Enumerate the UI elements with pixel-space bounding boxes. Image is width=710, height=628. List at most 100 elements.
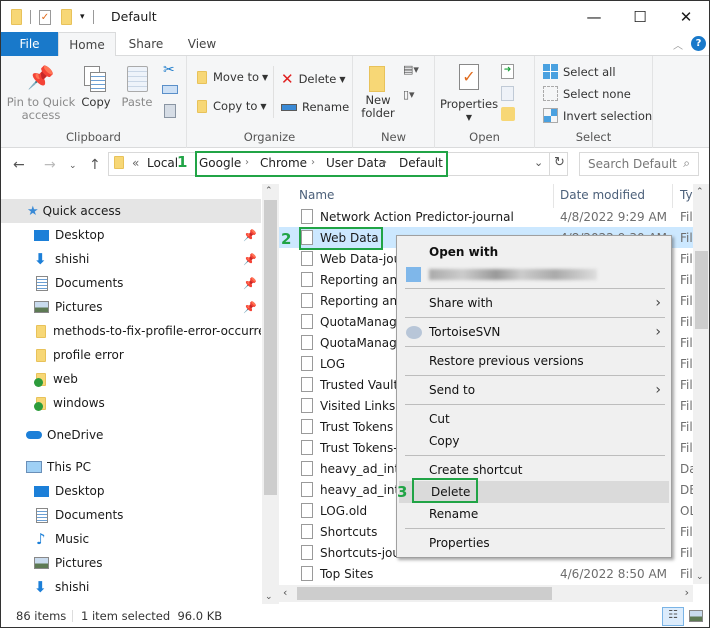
file-icon: [301, 293, 313, 308]
file-row[interactable]: Network Action Predictor-journal 4/8/2022…: [279, 206, 693, 227]
menu-item-tortoisesvn[interactable]: TortoiseSVN ›: [397, 321, 671, 343]
open-group: ✓ Properties ▼ ➜ Open: [435, 56, 535, 148]
details-view-button[interactable]: ☷: [662, 607, 684, 626]
menu-item-blurred-app[interactable]: [397, 263, 671, 285]
copy-to-button[interactable]: Copy to ▼: [197, 99, 267, 113]
nav-pc-desktop[interactable]: Desktop: [1, 479, 261, 503]
column-header-type[interactable]: Ty: [680, 188, 693, 202]
up-button[interactable]: ↑: [89, 157, 101, 173]
data-file-icon: [301, 461, 313, 476]
horizontal-scroll-thumb[interactable]: [297, 587, 552, 600]
nav-item-desktop[interactable]: Desktop 📌: [1, 223, 261, 247]
nav-onedrive[interactable]: OneDrive: [1, 423, 261, 447]
select-none-button[interactable]: Select none: [543, 86, 631, 101]
copy-path-icon[interactable]: [162, 85, 178, 94]
properties-button[interactable]: ✓ Properties ▼: [439, 62, 499, 124]
files-scroll-thumb[interactable]: [695, 251, 708, 329]
nav-quick-access[interactable]: ★ Quick access: [1, 199, 261, 223]
scroll-up-arrow-icon[interactable]: ⌃: [265, 186, 273, 196]
customize-toolbar-icon[interactable]: ▾: [80, 12, 85, 22]
forward-button[interactable]: →: [44, 157, 56, 173]
maximize-button[interactable]: ☐: [617, 1, 663, 32]
nav-pc-music[interactable]: ♪ Music: [1, 527, 261, 551]
paste-button[interactable]: Paste: [119, 62, 155, 109]
music-note-icon: ♪: [36, 530, 46, 548]
file-row[interactable]: Top Sites 4/6/2022 8:50 AM Fil: [279, 563, 693, 584]
menu-item-send-to[interactable]: Send to ›: [397, 379, 671, 401]
tab-view[interactable]: View: [178, 32, 226, 56]
menu-item-share-with[interactable]: Share with ›: [397, 292, 671, 314]
close-button[interactable]: ✕: [663, 1, 709, 32]
download-arrow-icon: ⬇: [34, 250, 47, 268]
dropdown-arrow-icon: ▼: [260, 101, 267, 111]
column-header-date-modified[interactable]: Date modified: [560, 188, 645, 202]
step-2-highlight: [299, 227, 383, 250]
nav-item-pictures[interactable]: Pictures 📌: [1, 295, 261, 319]
easy-access-icon[interactable]: ▯▾: [403, 88, 415, 101]
address-dropdown-icon[interactable]: ⌄: [534, 156, 543, 169]
blurred-app-name: [429, 269, 597, 280]
file-name: LOG.old: [320, 503, 368, 518]
rename-button[interactable]: Rename: [281, 100, 349, 114]
minimize-button[interactable]: —: [571, 1, 617, 32]
nav-item-shishi[interactable]: ⬇ shishi 📌: [1, 247, 261, 271]
nav-vertical-scrollbar[interactable]: ⌃ ⌄: [262, 184, 279, 604]
tab-home[interactable]: Home: [58, 32, 116, 57]
recent-locations-button[interactable]: ⌄: [69, 161, 77, 171]
breadcrumb-overflow[interactable]: «: [132, 156, 139, 170]
new-folder-button[interactable]: New folder: [359, 62, 397, 120]
menu-item-open-with[interactable]: Open with: [397, 241, 671, 263]
move-to-button[interactable]: Move to ▼: [197, 70, 268, 84]
menu-item-restore-previous-versions[interactable]: Restore previous versions: [397, 350, 671, 372]
large-icons-view-button[interactable]: [689, 610, 703, 622]
column-header-name[interactable]: Name: [299, 188, 334, 202]
nav-pc-pictures[interactable]: Pictures: [1, 551, 261, 575]
menu-item-properties[interactable]: Properties: [397, 532, 671, 554]
scroll-down-arrow-icon[interactable]: ⌄: [696, 572, 704, 582]
cut-icon[interactable]: ✂: [163, 62, 175, 78]
refresh-icon[interactable]: ↻: [554, 155, 565, 170]
scroll-left-arrow-icon[interactable]: ‹: [283, 586, 287, 599]
nav-scroll-thumb[interactable]: [264, 200, 277, 495]
menu-item-rename[interactable]: Rename: [397, 503, 671, 525]
scroll-up-arrow-icon[interactable]: ⌃: [696, 187, 704, 197]
nav-item-methods-folder[interactable]: methods-to-fix-profile-error-occurred-: [1, 319, 261, 343]
nav-pc-documents[interactable]: Documents: [1, 503, 261, 527]
tab-file[interactable]: File: [1, 32, 58, 56]
new-folder-icon[interactable]: [61, 9, 72, 25]
scroll-right-arrow-icon[interactable]: ›: [685, 586, 689, 599]
nav-item-documents[interactable]: Documents 📌: [1, 271, 261, 295]
menu-item-cut[interactable]: Cut: [397, 408, 671, 430]
properties-icon[interactable]: ✓: [39, 9, 51, 25]
file-name: Trust Tokens: [320, 419, 394, 434]
file-icon: [301, 419, 313, 434]
history-icon[interactable]: [501, 107, 515, 121]
help-icon[interactable]: ?: [691, 36, 706, 51]
tab-share[interactable]: Share: [121, 32, 171, 56]
nav-item-web[interactable]: web: [1, 367, 261, 391]
collapse-ribbon-icon[interactable]: ︿: [673, 37, 683, 52]
nav-item-windows[interactable]: windows: [1, 391, 261, 415]
breadcrumb-local[interactable]: Local: [147, 156, 178, 170]
menu-item-copy[interactable]: Copy: [397, 430, 671, 452]
nav-item-profile-error[interactable]: profile error: [1, 343, 261, 367]
back-button[interactable]: ←: [13, 157, 25, 173]
open-icon[interactable]: ➜: [501, 64, 514, 79]
files-horizontal-scrollbar[interactable]: ‹ ›: [279, 585, 693, 602]
files-vertical-scrollbar[interactable]: ⌃ ⌄: [693, 184, 709, 584]
invert-selection-button[interactable]: Invert selection: [543, 108, 652, 123]
scroll-down-arrow-icon[interactable]: ⌄: [265, 592, 273, 602]
copy-button[interactable]: Copy: [79, 62, 113, 109]
nav-pc-shishi[interactable]: ⬇ shishi: [1, 575, 261, 599]
move-to-icon: [197, 70, 207, 84]
search-input[interactable]: Search Default ⌕: [579, 152, 699, 176]
pin-to-quick-access-button[interactable]: 📌 Pin to Quick access: [5, 62, 77, 122]
delete-button[interactable]: ✕ Delete ▼: [281, 70, 346, 88]
file-name: QuotaManage: [320, 314, 405, 329]
new-item-icon[interactable]: ▤▾: [403, 63, 419, 76]
edit-icon[interactable]: [501, 86, 514, 101]
paste-shortcut-icon[interactable]: [164, 104, 176, 118]
nav-this-pc[interactable]: This PC: [1, 455, 261, 479]
select-all-button[interactable]: Select all: [543, 64, 616, 79]
file-icon: [301, 566, 313, 581]
